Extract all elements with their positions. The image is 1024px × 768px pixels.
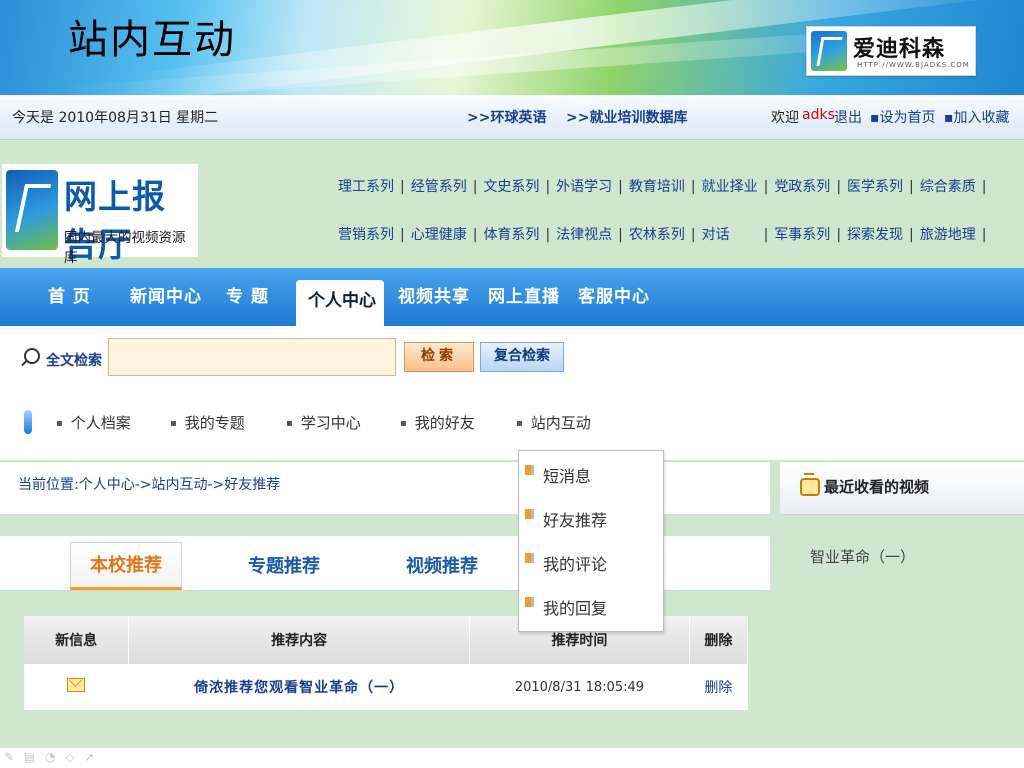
subnav-marker-icon — [24, 410, 32, 434]
job-training-db-link[interactable]: >>就业培训数据库 — [566, 107, 687, 127]
category-link[interactable]: 旅游地理 — [920, 227, 976, 243]
site-logo-mark-icon — [6, 170, 58, 250]
column-header-delete: 删除 — [689, 616, 749, 664]
recent-videos-header: 最近收看的视频 — [780, 462, 1024, 515]
search-input[interactable] — [108, 338, 396, 376]
slide-footer: ✎ ▤ ◔ ◇ ➚ — [0, 748, 1024, 768]
content-cell: 倚浓推荐您观看智业革命（一） — [128, 664, 470, 710]
main-nav: 首 页 新闻中心 专 题 个人中心 视频共享 网上直播 客服中心 — [0, 268, 1024, 326]
slideshow-tools-icon[interactable]: ✎ ▤ ◔ ◇ ➚ — [4, 750, 97, 764]
column-header-new: 新信息 — [24, 616, 130, 664]
category-link[interactable]: 体育系列 — [483, 227, 539, 243]
welcome-label: 欢迎 — [771, 110, 799, 126]
dropdown-item-my-comments[interactable]: 我的评论 — [524, 551, 607, 575]
category-link[interactable]: 综合素质 — [920, 179, 976, 195]
site-logo-tagline: 国内最大的视频资源库 — [64, 230, 186, 266]
nav-personal-center-label: 个人中心 — [308, 291, 376, 311]
category-link[interactable]: 探索发现 — [847, 227, 903, 243]
interaction-dropdown-menu: 短消息 好友推荐 我的评论 我的回复 — [518, 450, 664, 632]
category-link[interactable]: 医学系列 — [847, 179, 903, 195]
recommend-content-link[interactable]: 倚浓推荐您观看智业革命（一） — [194, 680, 404, 696]
tv-icon — [800, 473, 820, 496]
category-link[interactable]: 营销系列 — [338, 227, 394, 243]
recent-video-item[interactable]: 智业革命（一） — [810, 546, 915, 567]
dropdown-item-friend-recommend[interactable]: 好友推荐 — [524, 507, 607, 531]
brand-name: 爱迪科森 — [853, 36, 946, 62]
table-row: 倚浓推荐您观看智业革命（一） 2010/8/31 18:05:49 删除 — [24, 664, 748, 710]
category-link[interactable]: 农林系列 — [629, 227, 685, 243]
delete-link[interactable]: 删除 — [704, 680, 732, 696]
nav-topics[interactable]: 专 题 — [226, 282, 269, 307]
category-link[interactable]: 就业择业 — [702, 179, 758, 195]
category-link[interactable]: 法律视点 — [556, 227, 612, 243]
envelope-icon[interactable] — [67, 678, 86, 692]
nav-video-share[interactable]: 视频共享 — [398, 282, 470, 307]
category-link[interactable]: 党政系列 — [774, 179, 830, 195]
add-favorite-link[interactable]: ▪加入收藏 — [944, 107, 1010, 127]
subnav-study-center[interactable]: 学习中心 — [286, 412, 361, 433]
time-cell: 2010/8/31 18:05:49 — [469, 664, 690, 710]
site-logo[interactable]: 网上报告厅 国内最大的视频资源库 — [2, 164, 198, 266]
subnav-profile[interactable]: 个人档案 — [56, 412, 131, 433]
nav-home[interactable]: 首 页 — [48, 282, 91, 307]
nav-live[interactable]: 网上直播 — [488, 282, 560, 307]
brand-logo-mark-icon — [811, 31, 847, 71]
set-homepage-link[interactable]: ▪设为首页 — [870, 107, 936, 127]
recent-videos-title: 最近收看的视频 — [824, 478, 930, 496]
dropdown-item-my-replies[interactable]: 我的回复 — [524, 595, 607, 619]
recommend-time: 2010/8/31 18:05:49 — [514, 680, 645, 695]
nav-personal-center-tab[interactable]: 个人中心 — [296, 280, 384, 326]
search-button[interactable]: 检索 — [404, 342, 474, 372]
dropdown-item-messages[interactable]: 短消息 — [524, 463, 591, 487]
category-link[interactable]: 对话 — [702, 227, 730, 243]
category-link[interactable]: 心理健康 — [411, 227, 467, 243]
column-header-content: 推荐内容 — [128, 616, 471, 664]
global-english-link[interactable]: >>环球英语 — [467, 107, 546, 127]
search-bar: 全文检索 检索 复合检索 — [0, 326, 1024, 389]
subnav-my-topics[interactable]: 我的专题 — [170, 412, 245, 433]
fulltext-search-label: 全文检索 — [46, 353, 102, 369]
tab-school-recommend[interactable]: 本校推荐 — [70, 542, 182, 590]
category-link[interactable]: 文史系列 — [483, 179, 539, 195]
category-link[interactable]: 军事系列 — [774, 227, 830, 243]
personal-subnav: 个人档案 我的专题 学习中心 我的好友 站内互动 — [0, 388, 1024, 460]
category-link[interactable]: 经管系列 — [411, 179, 467, 195]
subnav-friends[interactable]: 我的好友 — [400, 412, 475, 433]
category-link[interactable]: 外语学习 — [556, 179, 612, 195]
username: adks — [802, 107, 835, 123]
date-text: 今天是 2010年08月31日 星期二 — [12, 110, 219, 126]
category-link[interactable]: 理工系列 — [338, 179, 394, 195]
brand-logo: 爱迪科森 HTTP://WWW.BJADKS.COM — [806, 26, 976, 76]
nav-service[interactable]: 客服中心 — [578, 282, 650, 307]
category-links-row-2: 营销系列 | 心理健康 | 体育系列 | 法律视点 | 农林系列 | 对话 | 军事系列 | 探索发现 | 旅游… — [338, 227, 987, 243]
nav-news[interactable]: 新闻中心 — [130, 282, 202, 307]
slide-title: 站内互动 — [68, 17, 236, 63]
subnav-interaction[interactable]: 站内互动 — [516, 412, 591, 433]
tab-topic-recommend[interactable]: 专题推荐 — [248, 552, 320, 578]
category-links-row-1: 理工系列 | 经管系列 | 文史系列 | 外语学习 | 教育培训 | 就业择业 | 党政系列 | 医学系列 |… — [338, 179, 987, 195]
logout-link[interactable]: 退出 — [834, 107, 862, 127]
breadcrumb: 当前位置:个人中心->站内互动->好友推荐 — [18, 477, 281, 493]
magnifier-icon — [24, 348, 40, 364]
brand-url: HTTP://WWW.BJADKS.COM — [857, 61, 970, 69]
delete-cell: 删除 — [689, 664, 748, 710]
tab-video-recommend[interactable]: 视频推荐 — [406, 552, 478, 578]
new-message-cell — [24, 664, 129, 710]
advanced-search-button[interactable]: 复合检索 — [480, 342, 564, 372]
top-info-bar: 今天是 2010年08月31日 星期二 >>环球英语 >>就业培训数据库 欢迎 … — [0, 95, 1024, 140]
category-link[interactable]: 教育培训 — [629, 179, 685, 195]
